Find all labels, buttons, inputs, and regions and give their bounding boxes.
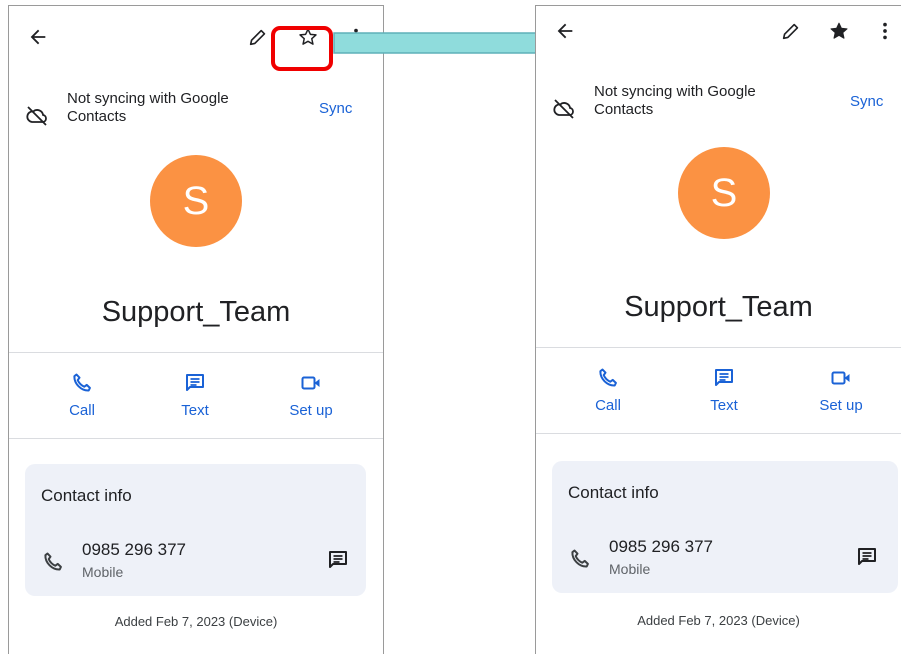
more-vert-icon [883, 22, 887, 40]
phone-icon [44, 552, 62, 571]
video-icon [301, 376, 320, 390]
text-action-button[interactable]: Text [689, 365, 759, 414]
call-label: Call [595, 397, 621, 414]
setup-video-action-button[interactable]: Set up [806, 365, 876, 414]
more-options-button[interactable] [872, 18, 898, 44]
setup-label: Set up [289, 402, 333, 419]
text-label: Text [181, 402, 209, 419]
favorite-highlight-box [271, 26, 333, 71]
message-icon[interactable] [326, 548, 350, 572]
text-action-button[interactable]: Text [160, 370, 230, 419]
contact-info-title: Contact info [568, 483, 659, 502]
contact-info-card: Contact info 0985 296 377 Mobile [552, 461, 898, 593]
phone-icon [73, 373, 91, 392]
call-label: Call [69, 402, 95, 419]
contact-screen-before: Not syncing with Google Contacts Sync S … [8, 5, 384, 654]
contact-screen-after: Not syncing with Google Contacts Sync S … [535, 5, 901, 654]
call-action-button[interactable]: Call [47, 370, 117, 419]
sync-notice-row: Not syncing with Google Contacts Sync [536, 83, 901, 133]
star-filled-icon [830, 22, 848, 39]
message-icon[interactable] [855, 545, 879, 569]
video-icon [831, 371, 850, 385]
phone-number[interactable]: 0985 296 377 [609, 537, 713, 557]
avatar: S [678, 147, 770, 239]
back-button[interactable] [25, 24, 51, 50]
divider [536, 433, 901, 434]
sync-button[interactable]: Sync [850, 93, 883, 110]
contact-name: Support_Team [624, 291, 813, 323]
pencil-icon [782, 23, 799, 40]
sync-notice-text: Not syncing with Google Contacts [67, 90, 229, 125]
avatar: S [150, 155, 242, 247]
message-icon [715, 369, 733, 386]
phone-type: Mobile [609, 561, 651, 577]
pencil-icon [249, 29, 266, 46]
back-arrow-icon [30, 29, 46, 45]
divider [9, 438, 383, 439]
phone-icon [571, 549, 589, 568]
contact-info-card: Contact info 0985 296 377 Mobile [25, 464, 366, 596]
sync-notice-text: Not syncing with Google Contacts [594, 83, 756, 118]
back-arrow-icon [557, 23, 573, 39]
cloud-off-icon [26, 106, 47, 126]
contact-name: Support_Team [101, 296, 291, 328]
sync-button[interactable]: Sync [319, 100, 352, 117]
call-action-button[interactable]: Call [573, 365, 643, 414]
setup-video-action-button[interactable]: Set up [276, 370, 346, 419]
message-icon [186, 374, 204, 391]
contact-info-title: Contact info [41, 486, 132, 505]
favorite-button[interactable] [826, 18, 852, 44]
phone-number[interactable]: 0985 296 377 [82, 540, 186, 560]
back-button[interactable] [552, 18, 578, 44]
divider [536, 347, 901, 348]
text-label: Text [710, 397, 738, 414]
edit-button[interactable] [245, 24, 271, 50]
sync-notice-row: Not syncing with Google Contacts Sync [9, 90, 383, 140]
phone-icon [599, 368, 617, 387]
top-app-bar [536, 6, 901, 64]
edit-button[interactable] [778, 18, 804, 44]
divider [9, 352, 383, 353]
added-date-text: Added Feb 7, 2023 (Device) [114, 614, 278, 629]
cloud-off-icon [553, 99, 574, 119]
added-date-text: Added Feb 7, 2023 (Device) [637, 613, 800, 628]
phone-type: Mobile [82, 564, 124, 580]
setup-label: Set up [819, 397, 863, 414]
